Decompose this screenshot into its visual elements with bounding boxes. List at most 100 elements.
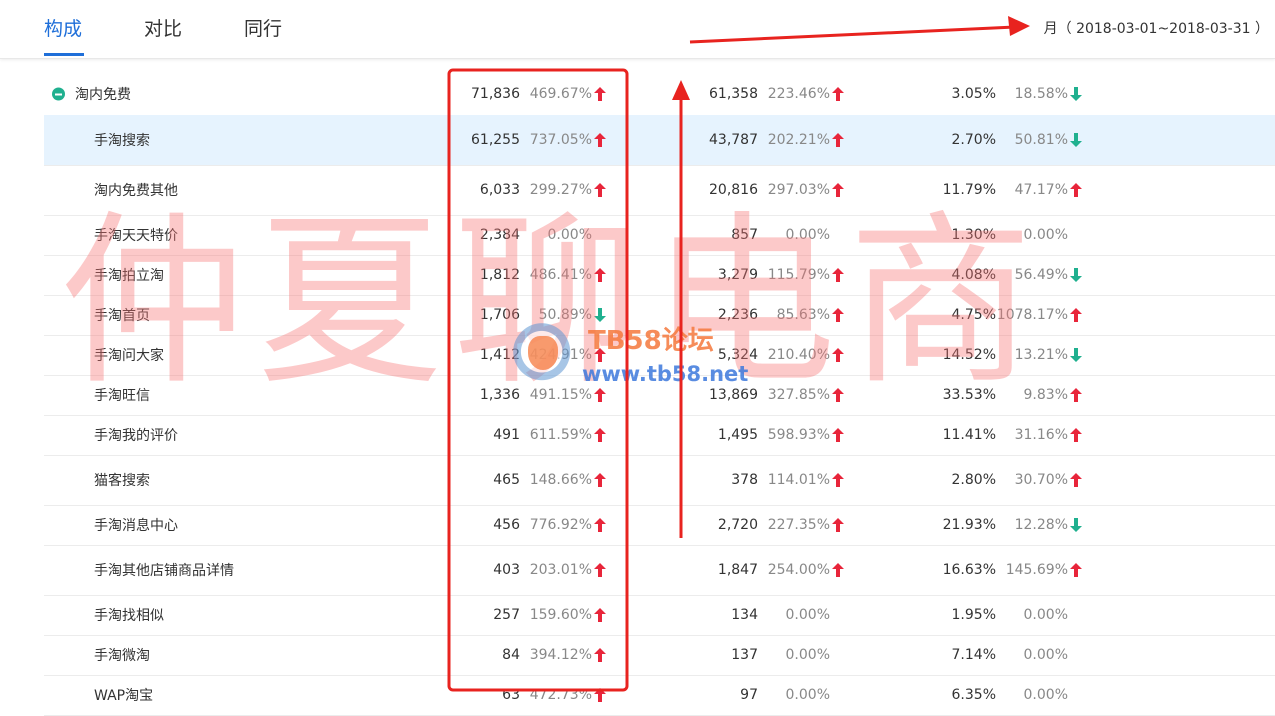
table-row[interactable]: 淘内免费其他 6,033 20,816 11.79% 299.27% 297.03% 47.…: [44, 165, 1275, 216]
change-c6: 50.81%: [1014, 132, 1068, 148]
change-c2: 469.67%: [529, 86, 592, 102]
arrow-down-icon: [1070, 268, 1082, 282]
arrow-up-icon: [594, 428, 606, 442]
value-c5: 4.75%: [951, 307, 996, 323]
change-c4: 0.00%: [785, 687, 830, 703]
source-name: 手淘拍立淘: [94, 268, 164, 284]
value-c3: 2,720: [717, 517, 758, 533]
table-group-row[interactable]: 淘内免费 71,836 61,358 3.05% 469.67% 223.46% 18.58…: [44, 73, 1275, 116]
tab-comparison[interactable]: 对比: [144, 14, 182, 41]
value-c3: 1,847: [717, 562, 758, 578]
source-name: 手淘其他店铺商品详情: [94, 563, 234, 579]
table-row[interactable]: 手淘其他店铺商品详情 403 1,847 16.63% 203.01% 254.00% 14…: [44, 545, 1275, 596]
arrow-up-icon: [594, 688, 606, 702]
top-tab-bar: 构成 对比 同行 月（ 2018-03-01~2018-03-31 ）: [0, 0, 1275, 59]
value-c3: 2,236: [717, 307, 758, 323]
source-name: WAP淘宝: [94, 688, 154, 704]
value-c3: 857: [731, 227, 758, 243]
source-name: 手淘微淘: [94, 648, 150, 664]
value-c5: 16.63%: [942, 562, 996, 578]
source-name: 手淘消息中心: [94, 518, 178, 534]
table-row[interactable]: 手淘找相似 257 134 1.95% 159.60% 0.00% 0.00%: [44, 595, 1275, 636]
value-c3: 137: [731, 647, 758, 663]
arrow-up-icon: [832, 183, 844, 197]
source-name: 手淘找相似: [94, 608, 164, 624]
table-row[interactable]: 手淘搜索 61,255 43,787 2.70% 737.05% 202.21% 50.81…: [44, 115, 1275, 166]
date-range-selector[interactable]: 月（ 2018-03-01~2018-03-31 ）: [1044, 18, 1269, 38]
arrow-up-icon: [832, 308, 844, 322]
arrow-up-icon: [832, 268, 844, 282]
change-c4: 297.03%: [767, 182, 830, 198]
value-c1: 6,033: [479, 182, 520, 198]
arrow-up-icon: [832, 348, 844, 362]
table-row[interactable]: 手淘首页 1,706 2,236 4.75% 50.89% 85.63% 1078.17%: [44, 295, 1275, 336]
tab-peers[interactable]: 同行: [244, 14, 282, 41]
value-c1: 465: [493, 472, 520, 488]
table-row[interactable]: 猫客搜索 465 378 2.80% 148.66% 114.01% 30.70%: [44, 455, 1275, 506]
table-row[interactable]: 手淘问大家 1,412 5,324 14.52% 424.91% 210.40% 13.21…: [44, 335, 1275, 376]
change-c2: 50.89%: [538, 307, 592, 323]
value-c1: 71,836: [471, 86, 520, 102]
value-c3: 5,324: [717, 347, 758, 363]
value-c3: 1,495: [717, 427, 758, 443]
change-c6: 56.49%: [1014, 267, 1068, 283]
value-c3: 20,816: [709, 182, 758, 198]
collapse-icon[interactable]: [52, 87, 65, 101]
value-c3: 43,787: [709, 132, 758, 148]
table-row[interactable]: 手淘微淘 84 137 7.14% 394.12% 0.00% 0.00%: [44, 635, 1275, 676]
change-c6: 30.70%: [1014, 472, 1068, 488]
change-c4: 0.00%: [785, 607, 830, 623]
change-c6: 12.28%: [1014, 517, 1068, 533]
table-row[interactable]: 手淘拍立淘 1,812 3,279 4.08% 486.41% 115.79% 56.49%: [44, 255, 1275, 296]
arrow-up-icon: [1070, 183, 1082, 197]
arrow-up-icon: [1070, 308, 1082, 322]
value-c1: 1,412: [479, 347, 520, 363]
change-c2: 0.00%: [547, 227, 592, 243]
arrow-up-icon: [594, 518, 606, 532]
value-c5: 1.95%: [951, 607, 996, 623]
change-c2: 394.12%: [529, 647, 592, 663]
value-c5: 6.35%: [951, 687, 996, 703]
table-row[interactable]: 手淘天天特价 2,384 857 1.30% 0.00% 0.00% 0.00%: [44, 215, 1275, 256]
source-name: 手淘问大家: [94, 348, 164, 364]
arrow-up-icon: [594, 87, 606, 101]
table-row[interactable]: 手淘消息中心 456 2,720 21.93% 776.92% 227.35% 12.28%: [44, 505, 1275, 546]
value-c3: 3,279: [717, 267, 758, 283]
arrow-up-icon: [594, 563, 606, 577]
change-c2: 299.27%: [529, 182, 592, 198]
value-c5: 3.05%: [951, 86, 996, 102]
table-row[interactable]: 手淘我的评价 491 1,495 11.41% 611.59% 598.93% 31.16%: [44, 415, 1275, 456]
value-c3: 134: [731, 607, 758, 623]
change-c6: 0.00%: [1023, 607, 1068, 623]
arrow-up-icon: [594, 388, 606, 402]
source-name: 手淘旺信: [94, 388, 150, 404]
change-c2: 776.92%: [529, 517, 592, 533]
arrow-up-icon: [594, 183, 606, 197]
arrow-up-icon: [832, 563, 844, 577]
value-c5: 21.93%: [942, 517, 996, 533]
change-c4: 598.93%: [767, 427, 830, 443]
arrow-down-icon: [1070, 348, 1082, 362]
value-c5: 11.79%: [942, 182, 996, 198]
value-c5: 33.53%: [942, 387, 996, 403]
table-row[interactable]: WAP淘宝 63 97 6.35% 472.73% 0.00% 0.00%: [44, 675, 1275, 716]
value-c3: 378: [731, 472, 758, 488]
value-c5: 1.30%: [951, 227, 996, 243]
arrow-up-icon: [1070, 428, 1082, 442]
tab-composition[interactable]: 构成: [44, 14, 82, 41]
arrow-up-icon: [832, 473, 844, 487]
change-c6: 31.16%: [1014, 427, 1068, 443]
change-c2: 159.60%: [529, 607, 592, 623]
value-c5: 2.80%: [951, 472, 996, 488]
source-name: 手淘首页: [94, 308, 150, 324]
value-c1: 84: [502, 647, 520, 663]
arrow-up-icon: [1070, 563, 1082, 577]
value-c5: 7.14%: [951, 647, 996, 663]
change-c2: 486.41%: [529, 267, 592, 283]
table-row[interactable]: 手淘旺信 1,336 13,869 33.53% 491.15% 327.85% 9.83%: [44, 375, 1275, 416]
change-c2: 148.66%: [529, 472, 592, 488]
arrow-up-icon: [832, 518, 844, 532]
change-c4: 227.35%: [767, 517, 830, 533]
active-tab-underline: [44, 53, 84, 56]
change-c6: 1078.17%: [996, 307, 1068, 323]
